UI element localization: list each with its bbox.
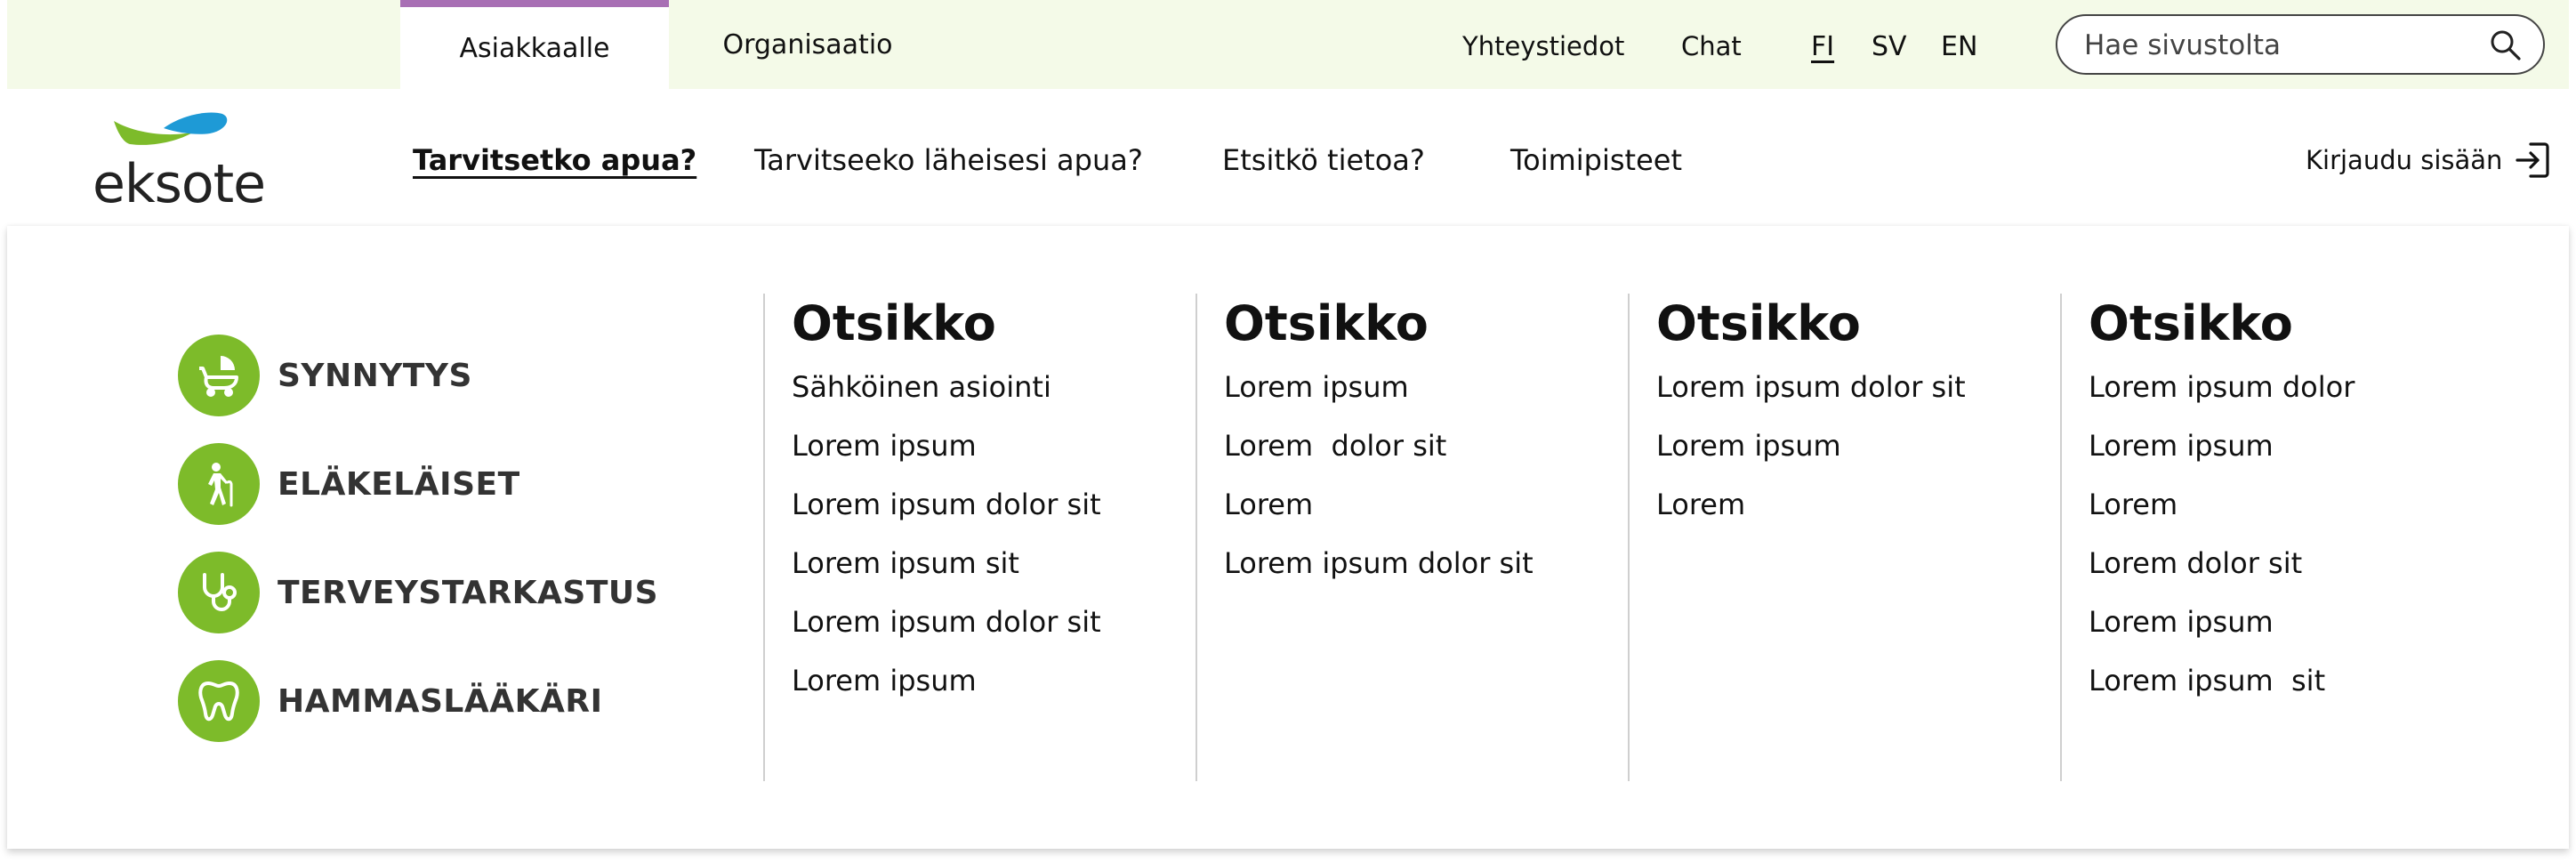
- login-label: Kirjaudu sisään: [2306, 145, 2503, 175]
- chat-link[interactable]: Chat: [1681, 0, 1742, 93]
- category-synnytys[interactable]: SYNNYTYS: [178, 335, 472, 416]
- nav-tarvitsetko-apua[interactable]: Tarvitsetko apua?: [413, 133, 696, 187]
- column-link[interactable]: Lorem: [1224, 475, 1651, 534]
- tab-asiakkaalle[interactable]: Asiakkaalle: [400, 0, 669, 89]
- column-title: Otsikko: [2089, 295, 2293, 351]
- column-link[interactable]: Sähköinen asiointi: [792, 358, 1219, 416]
- column-link[interactable]: Lorem ipsum dolor sit: [792, 593, 1219, 651]
- menu-column-3: Otsikko Lorem ipsum dolor sit Lorem ipsu…: [1656, 294, 2083, 534]
- column-link[interactable]: Lorem ipsum sit: [2089, 651, 2516, 710]
- column-title: Otsikko: [1224, 295, 1429, 351]
- column-link[interactable]: Lorem ipsum sit: [792, 534, 1219, 593]
- column-title: Otsikko: [792, 295, 996, 351]
- tab-label: Asiakkaalle: [459, 32, 610, 64]
- column-link[interactable]: Lorem: [1656, 475, 2083, 534]
- mega-menu-panel: SYNNYTYS ELÄKELÄISET TERVEYSTARKASTUS HA…: [7, 226, 2569, 849]
- column-title: Otsikko: [1656, 295, 1861, 351]
- column-link[interactable]: Lorem ipsum dolor: [2089, 358, 2516, 416]
- column-link[interactable]: Lorem ipsum dolor sit: [1224, 534, 1651, 593]
- language-sv[interactable]: SV: [1872, 0, 1907, 93]
- menu-column-1: Otsikko Sähköinen asiointi Lorem ipsum L…: [792, 294, 1219, 710]
- search-input[interactable]: [2082, 27, 2468, 64]
- baby-carriage-icon: [178, 335, 260, 416]
- column-link[interactable]: Lorem ipsum: [1656, 416, 2083, 475]
- column-link[interactable]: Lorem ipsum: [792, 651, 1219, 710]
- tooth-icon: [178, 660, 260, 742]
- stethoscope-icon: [178, 552, 260, 633]
- search-box: [2056, 14, 2545, 75]
- language-fi[interactable]: FI: [1811, 0, 1834, 93]
- login-arrow-icon: [2516, 142, 2550, 178]
- menu-column-2: Otsikko Lorem ipsum Lorem dolor sit Lore…: [1224, 294, 1651, 593]
- language-en[interactable]: EN: [1941, 0, 1977, 93]
- column-link[interactable]: Lorem dolor sit: [2089, 534, 2516, 593]
- column-link[interactable]: Lorem ipsum dolor sit: [792, 475, 1219, 534]
- column-link[interactable]: Lorem ipsum: [792, 416, 1219, 475]
- column-link[interactable]: Lorem dolor sit: [1224, 416, 1651, 475]
- column-link[interactable]: Lorem ipsum dolor sit: [1656, 358, 2083, 416]
- contact-link[interactable]: Yhteystiedot: [1462, 0, 1624, 93]
- menu-column-4: Otsikko Lorem ipsum dolor Lorem ipsum Lo…: [2089, 294, 2516, 710]
- category-label: SYNNYTYS: [278, 357, 472, 394]
- column-link[interactable]: Lorem ipsum: [2089, 416, 2516, 475]
- category-terveystarkastus[interactable]: TERVEYSTARKASTUS: [178, 552, 658, 633]
- eksote-logo[interactable]: eksote: [93, 109, 266, 215]
- login-button[interactable]: Kirjaudu sisään: [2306, 133, 2550, 187]
- nav-toimipisteet[interactable]: Toimipisteet: [1510, 133, 1682, 187]
- column-divider: [763, 294, 765, 781]
- search-icon[interactable]: [2488, 28, 2524, 63]
- logo-text: eksote: [93, 153, 266, 215]
- column-link[interactable]: Lorem: [2089, 475, 2516, 534]
- elderly-person-icon: [178, 443, 260, 525]
- column-link[interactable]: Lorem ipsum: [1224, 358, 1651, 416]
- category-label: HAMMASLÄÄKÄRI: [278, 682, 603, 720]
- nav-etsitko-tietoa[interactable]: Etsitkö tietoa?: [1222, 133, 1425, 187]
- column-link[interactable]: Lorem ipsum: [2089, 593, 2516, 651]
- tab-label: Organisaatio: [722, 28, 893, 60]
- logo-swoosh-icon: [114, 112, 228, 145]
- category-label: ELÄKELÄISET: [278, 465, 520, 503]
- top-utility-bar: Asiakkaalle Organisaatio Yhteystiedot Ch…: [7, 0, 2569, 89]
- nav-tarvitseeko-laheisesi-apua[interactable]: Tarvitseeko läheisesi apua?: [754, 133, 1143, 187]
- category-hammaslaakari[interactable]: HAMMASLÄÄKÄRI: [178, 660, 602, 742]
- category-label: TERVEYSTARKASTUS: [278, 574, 659, 611]
- tab-organisaatio[interactable]: Organisaatio: [701, 0, 914, 89]
- category-elakelaiset[interactable]: ELÄKELÄISET: [178, 443, 520, 525]
